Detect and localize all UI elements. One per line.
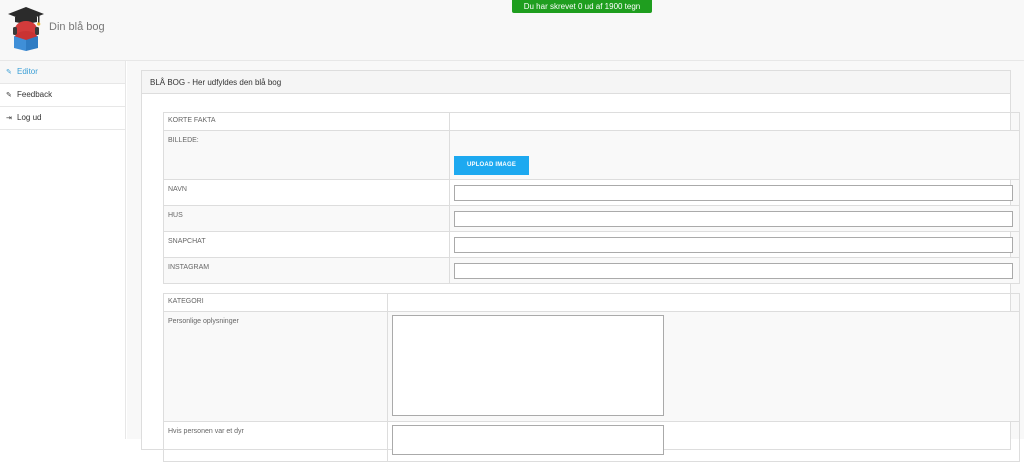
sidebar: ✎ Editor ✎ Feedback ⇥ Log ud	[0, 61, 126, 439]
brand-title[interactable]: Din blå bog	[49, 21, 105, 33]
personal-info-textarea[interactable]	[391, 315, 664, 416]
sign-out-icon: ⇥	[6, 115, 12, 122]
edit-icon: ✎	[6, 92, 12, 99]
category-label-personal: Personlige oplysninger	[163, 311, 388, 422]
main-content: BLÅ BOG - Her udfyldes den blå bog KORTE…	[127, 61, 1024, 462]
hus-input[interactable]	[454, 211, 1013, 227]
top-navbar: Din blå bog Du har skrevet 0 ud af 1900 …	[0, 0, 1024, 61]
sidebar-item-label: Log ud	[17, 113, 42, 122]
navn-input[interactable]	[454, 185, 1013, 201]
image-label: BILLEDE:	[163, 130, 450, 180]
category-label-animal: Hvis personen var et dyr	[163, 421, 388, 462]
category-header: KATEGORI	[163, 293, 388, 312]
field-label-hus: HUS	[163, 205, 450, 232]
instagram-input[interactable]	[454, 263, 1013, 279]
sidebar-item-logout[interactable]: ⇥ Log ud	[0, 107, 125, 130]
sidebar-item-editor[interactable]: ✎ Editor	[0, 61, 125, 84]
graduate-mascot-logo[interactable]	[6, 6, 46, 52]
category-table: KATEGORI Personlige oplysninger Hvis per…	[163, 293, 1021, 462]
panel-title: BLÅ BOG - Her udfyldes den blå bog	[142, 71, 1010, 94]
animal-textarea[interactable]	[391, 425, 664, 455]
character-count-badge: Du har skrevet 0 ud af 1900 tegn	[512, 0, 652, 13]
field-label-snapchat: SNAPCHAT	[163, 231, 450, 258]
edit-icon: ✎	[6, 69, 12, 76]
snapchat-input[interactable]	[454, 237, 1013, 253]
blue-book-panel: BLÅ BOG - Her udfyldes den blå bog KORTE…	[141, 70, 1021, 462]
sidebar-item-label: Feedback	[17, 90, 53, 99]
facts-table: KORTE FAKTA BILLEDE: UPLOAD IMAGE NAVN H…	[163, 112, 1020, 284]
field-label-navn: NAVN	[163, 179, 450, 206]
sidebar-item-label: Editor	[17, 67, 38, 76]
sidebar-item-feedback[interactable]: ✎ Feedback	[0, 84, 125, 107]
facts-header: KORTE FAKTA	[163, 112, 450, 131]
field-label-instagram: INSTAGRAM	[163, 257, 450, 284]
upload-image-button[interactable]: UPLOAD IMAGE	[454, 156, 529, 175]
